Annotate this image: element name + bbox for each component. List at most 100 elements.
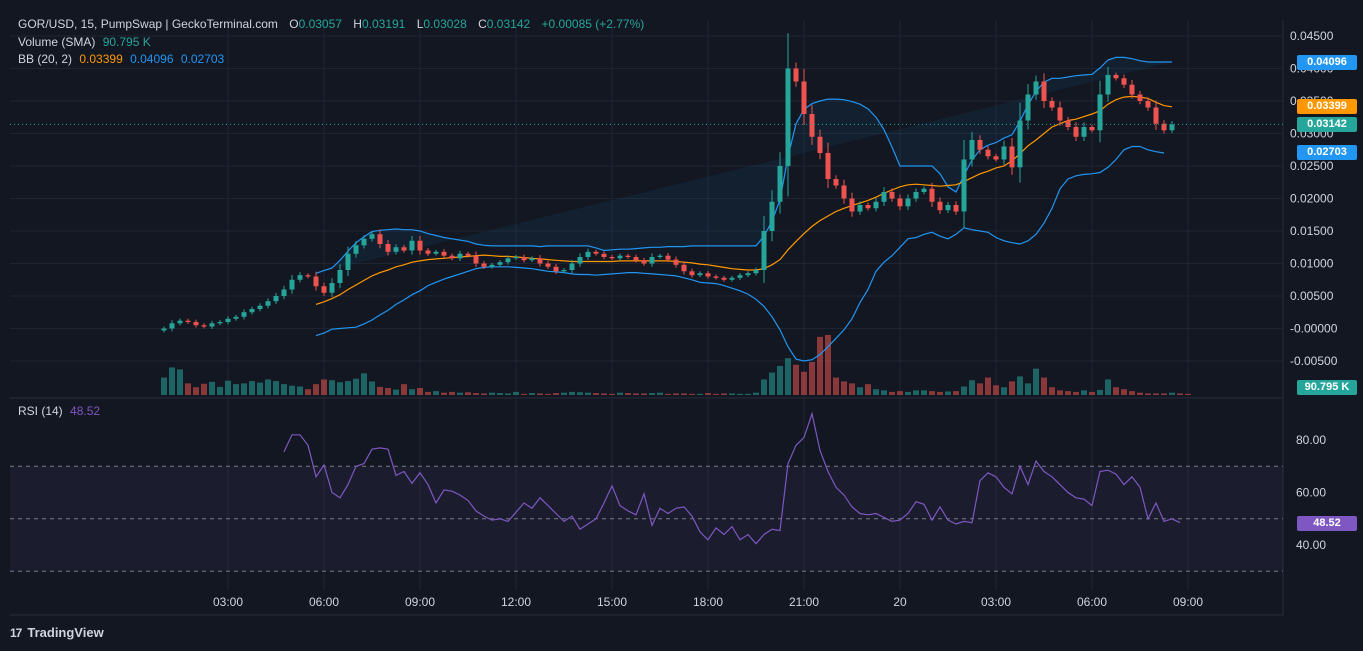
volume-bar — [1057, 390, 1063, 395]
bb-legend[interactable]: BB (20, 2) 0.03399 0.04096 0.02703 — [18, 51, 224, 67]
candle-body — [801, 81, 807, 114]
candle-body — [185, 320, 191, 322]
volume-bar — [193, 387, 199, 395]
candle-body — [369, 234, 375, 239]
candle-body — [545, 263, 551, 267]
rsi-legend-label: RSI (14) — [18, 404, 63, 418]
price-tick-label: 0.00500 — [1290, 289, 1334, 303]
candle-body — [441, 251, 447, 256]
volume-bar — [905, 391, 911, 395]
candle-body — [1073, 127, 1079, 137]
time-tick-label: 03:00 — [213, 595, 243, 609]
tradingview-logo-icon: 17 — [10, 625, 22, 640]
candle-body — [881, 192, 887, 202]
candle-body — [561, 270, 567, 272]
rsi-legend[interactable]: RSI (14) 48.52 — [18, 403, 100, 419]
candle-body — [1081, 127, 1087, 137]
candle-body — [257, 305, 263, 309]
candle-body — [777, 166, 783, 202]
brand-name: TradingView — [27, 625, 104, 640]
bb-legend-label: BB (20, 2) — [18, 52, 73, 66]
volume-bar — [185, 383, 191, 395]
candle-body — [913, 192, 919, 199]
volume-legend[interactable]: Volume (SMA) 90.795 K — [18, 34, 151, 50]
volume-bar — [889, 391, 895, 395]
volume-bar — [809, 362, 815, 395]
chart-canvas[interactable]: 0.045000.040000.035000.030000.025000.020… — [0, 0, 1363, 651]
volume-bar — [209, 381, 215, 395]
volume-bar — [969, 380, 975, 395]
price-tick-label: 0.04500 — [1290, 29, 1334, 43]
candle-body — [593, 251, 599, 254]
change-value: +0.00085 (+2.77%) — [541, 17, 645, 31]
bb-upper-badge: 0.04096 — [1297, 55, 1357, 70]
volume-bar — [257, 382, 263, 395]
candle-body — [305, 275, 311, 277]
candle-body — [873, 201, 879, 209]
candle-body — [705, 273, 711, 277]
candle-body — [1033, 81, 1039, 95]
candle-body — [817, 136, 823, 153]
candle-body — [289, 279, 295, 290]
candle-body — [1049, 101, 1055, 108]
candle-body — [649, 257, 655, 264]
tradingview-brand[interactable]: 17 TradingView — [10, 625, 104, 640]
volume-bar — [1153, 393, 1159, 395]
symbol-title[interactable]: GOR/USD, 15, PumpSwap | GeckoTerminal.co… — [18, 17, 278, 31]
volume-bar — [1065, 391, 1071, 395]
volume-bar — [465, 392, 471, 395]
bb-lower-badge: 0.02703 — [1297, 145, 1357, 160]
time-tick-label: 03:00 — [981, 595, 1011, 609]
candle-body — [865, 205, 871, 209]
volume-bar — [1113, 387, 1119, 395]
candle-body — [729, 277, 735, 280]
candle-body — [433, 251, 439, 254]
volume-bar — [409, 389, 415, 395]
candle-body — [553, 266, 559, 272]
time-tick-label: 09:00 — [1173, 595, 1203, 609]
volume-bar — [529, 393, 535, 395]
volume-bar — [977, 383, 983, 395]
volume-bar — [385, 388, 391, 395]
candle-body — [177, 320, 183, 324]
time-tick-label: 06:00 — [1077, 595, 1107, 609]
candle-body — [617, 255, 623, 259]
volume-bar — [921, 390, 927, 395]
candle-body — [577, 257, 583, 264]
candle-body — [1153, 107, 1159, 124]
volume-bar — [161, 377, 167, 395]
candle-body — [825, 153, 831, 179]
volume-bar — [457, 392, 463, 395]
candle-body — [321, 286, 327, 293]
volume-bar — [521, 393, 527, 395]
volume-bar — [569, 391, 575, 395]
candle-body — [385, 244, 391, 252]
candle-body — [945, 205, 951, 211]
volume-bar — [545, 393, 551, 395]
volume-bar — [281, 384, 287, 395]
volume-bar — [289, 385, 295, 395]
bb-lower-value: 0.02703 — [180, 52, 225, 66]
volume-bar — [593, 393, 599, 395]
candle-body — [937, 201, 943, 211]
volume-legend-label: Volume (SMA) — [18, 35, 96, 49]
volume-bar — [953, 391, 959, 395]
candle-body — [697, 273, 703, 276]
volume-bar — [793, 364, 799, 395]
candle-body — [1057, 107, 1063, 121]
candle-body — [625, 255, 631, 257]
volume-bar — [785, 358, 791, 395]
volume-bar — [681, 393, 687, 395]
volume-bar — [673, 393, 679, 395]
volume-bar — [265, 379, 271, 395]
candle-body — [417, 240, 423, 251]
volume-bar — [777, 365, 783, 395]
candle-body — [377, 234, 383, 244]
bb-basis-value: 0.03399 — [79, 52, 123, 66]
volume-bar — [473, 393, 479, 395]
volume-bar — [553, 393, 559, 395]
ohlc-legend: GOR/USD, 15, PumpSwap | GeckoTerminal.co… — [18, 16, 644, 32]
volume-bar — [321, 379, 327, 395]
candle-body — [737, 275, 743, 278]
candle-body — [1145, 101, 1151, 108]
